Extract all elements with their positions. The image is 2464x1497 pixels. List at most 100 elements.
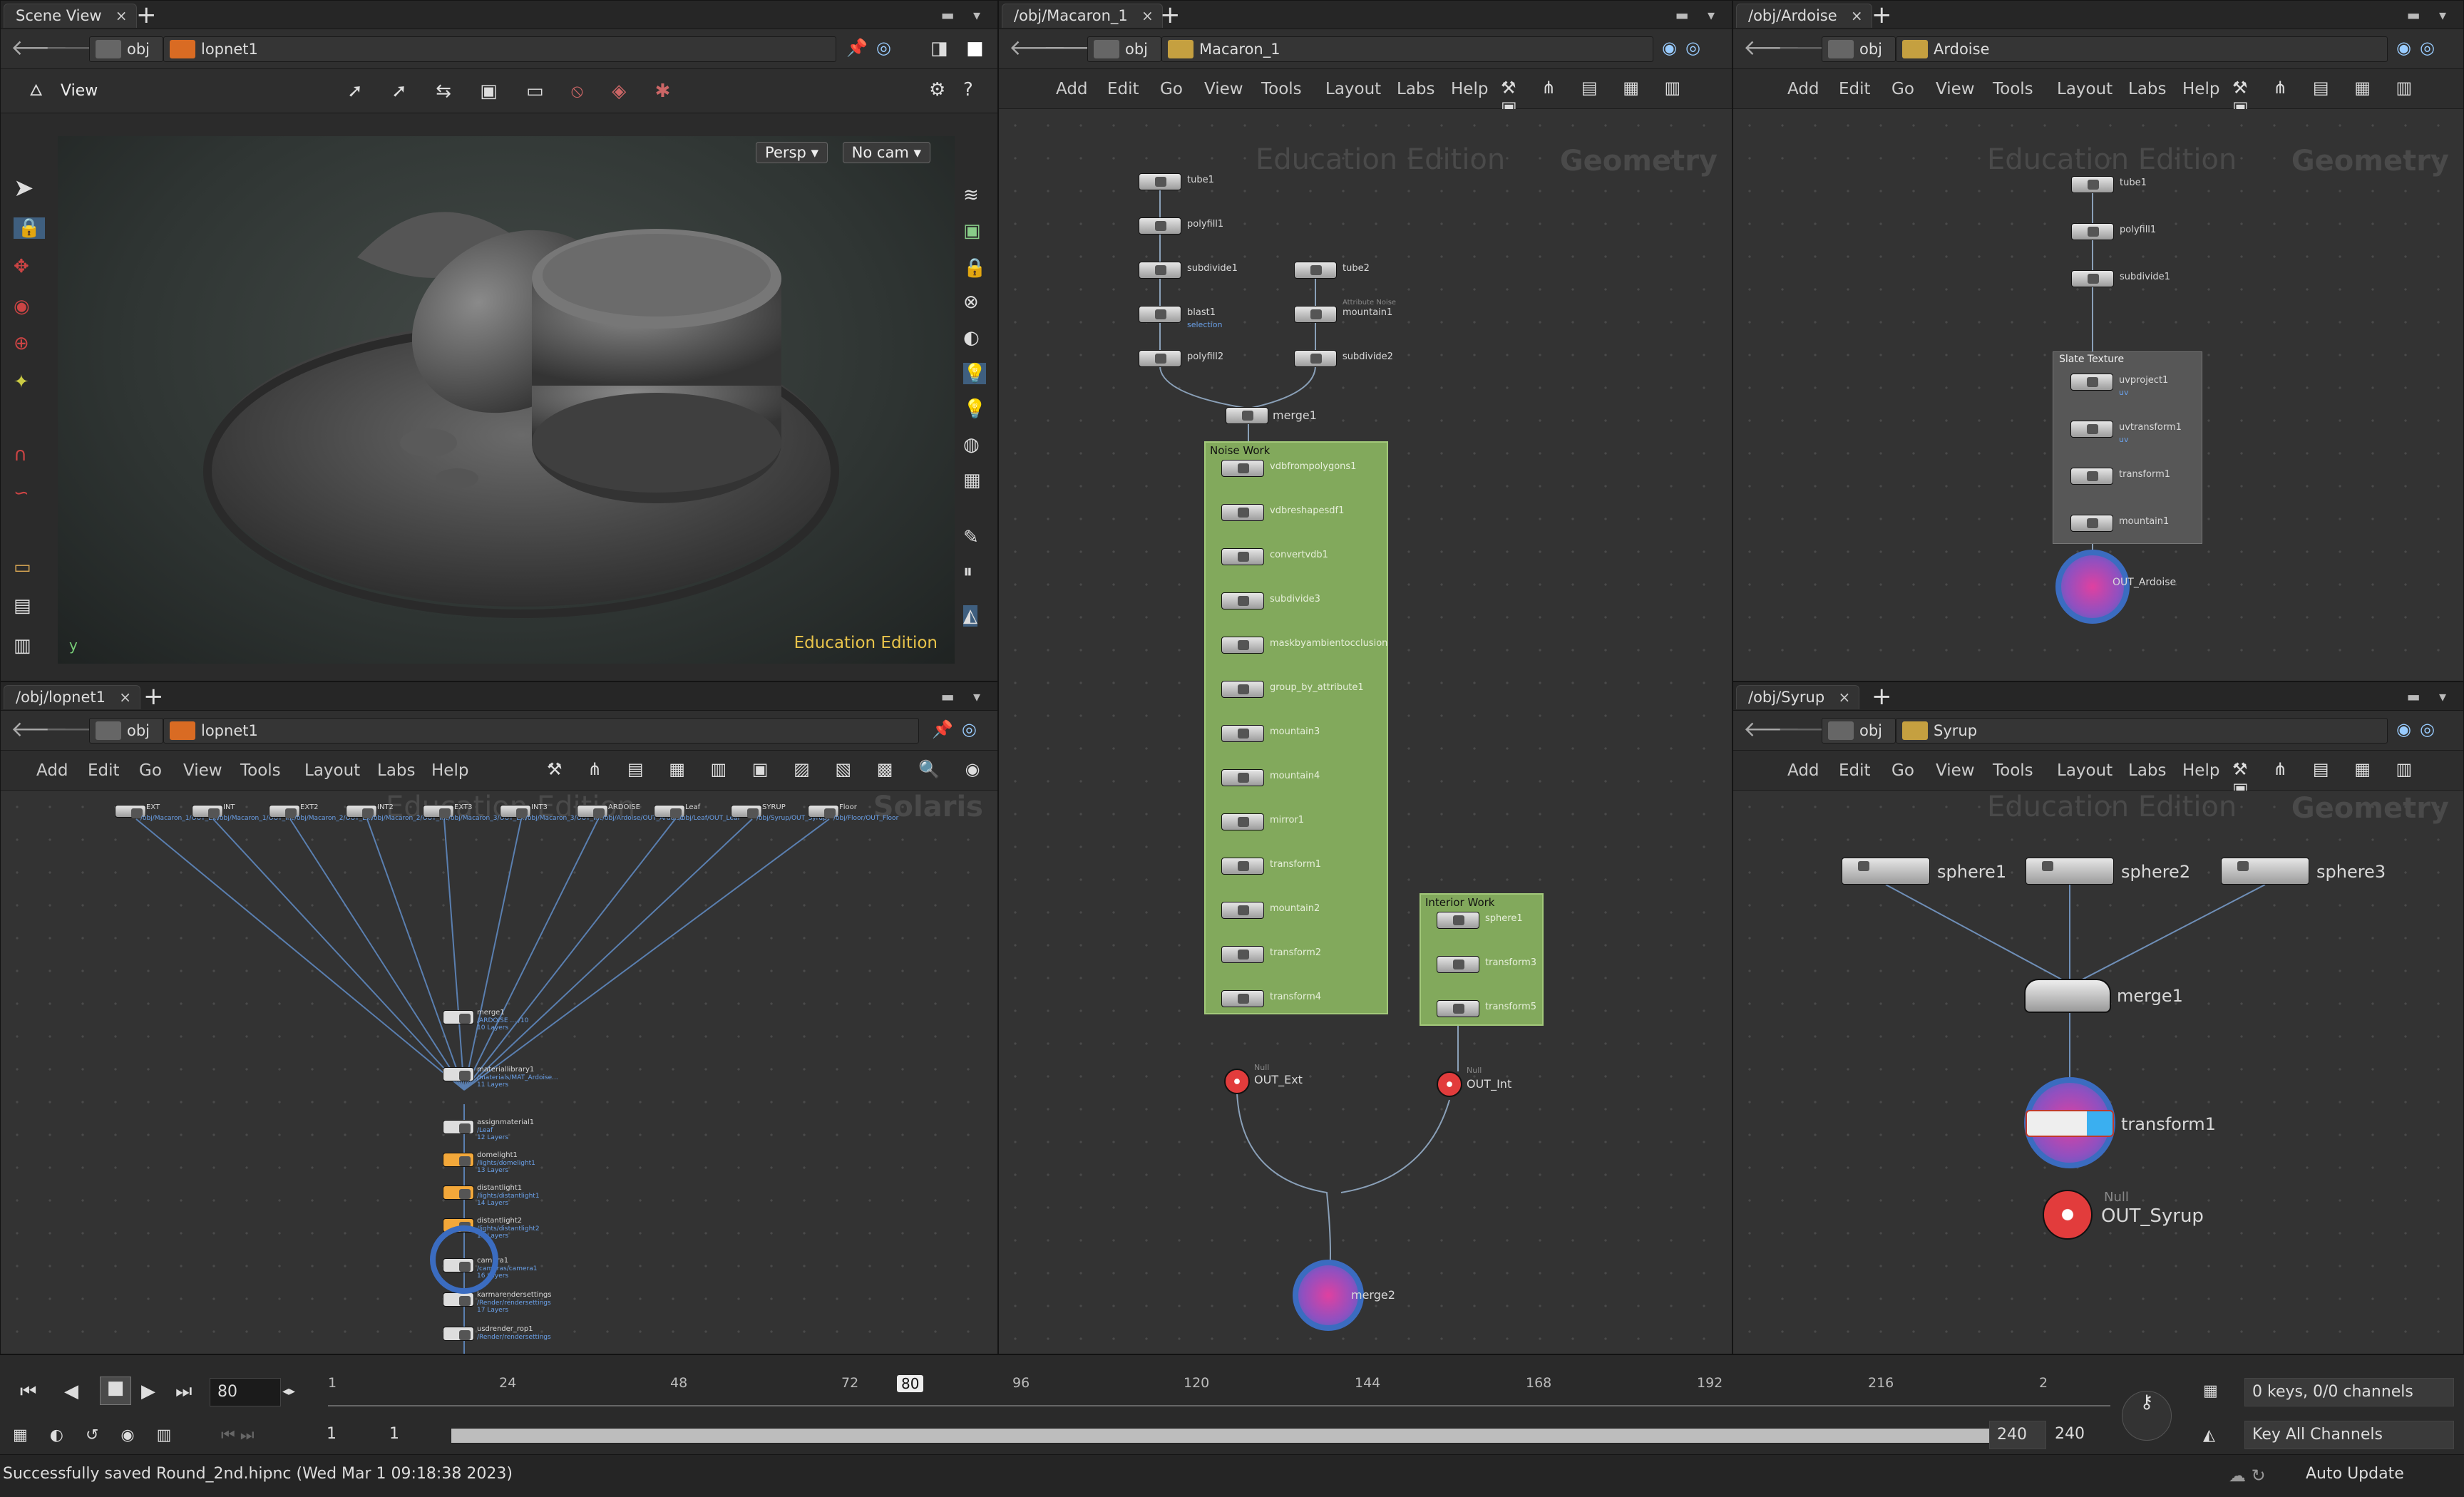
path-crumb-obj[interactable]: obj xyxy=(89,36,163,62)
noise-node[interactable] xyxy=(1221,902,1264,919)
add-tab-button[interactable]: + xyxy=(136,2,157,28)
ghost-icon[interactable]: ▣ xyxy=(963,220,981,242)
menu-edit[interactable]: Edit xyxy=(1107,80,1139,98)
out-ext-node[interactable] xyxy=(1224,1069,1250,1094)
sphere-node[interactable] xyxy=(1842,858,1930,885)
menu-help[interactable]: Help xyxy=(431,761,468,780)
noise-node[interactable] xyxy=(1221,504,1264,521)
tab-obj-macaron[interactable]: /obj/Macaron_1 × xyxy=(1002,4,1163,28)
menu-layout[interactable]: Layout xyxy=(2057,761,2113,780)
close-view-icon[interactable]: ⊗ xyxy=(963,292,979,313)
menu-layout[interactable]: Layout xyxy=(2057,80,2113,98)
sphere-node[interactable] xyxy=(2221,858,2309,885)
path-crumb-ardoise[interactable]: Ardoise xyxy=(1896,36,2388,62)
menu-tools[interactable]: Tools xyxy=(1261,80,1302,98)
select-tool-icon[interactable]: ➤ xyxy=(14,176,34,200)
ardoise-network-canvas[interactable]: Education Edition Geometry tube1 polyfill… xyxy=(1733,109,2463,681)
back-arrow-icon[interactable]: 🡐 xyxy=(11,718,68,744)
start-frame-field[interactable]: 1 xyxy=(319,1421,376,1449)
menu-tools[interactable]: Tools xyxy=(1993,80,2033,98)
noise-node[interactable] xyxy=(1221,858,1264,875)
interior-node[interactable] xyxy=(1437,956,1479,973)
close-icon[interactable]: × xyxy=(1141,4,1154,27)
noise-node[interactable] xyxy=(1221,990,1264,1007)
syrup-network-canvas[interactable]: Education Edition Geometry sphere1 sphere… xyxy=(1733,791,2463,1354)
key-icon[interactable]: ⚷ xyxy=(2122,1391,2172,1441)
step-keys-icon[interactable]: ◂▸ xyxy=(282,1381,295,1402)
noise-work-box[interactable]: Noise Work vdbfrompolygons1 vdbreshapesdf… xyxy=(1204,441,1388,1014)
display-options-icon[interactable]: ≋ xyxy=(963,185,979,206)
menu-labs[interactable]: Labs xyxy=(2128,761,2167,780)
slate-node[interactable] xyxy=(2070,515,2113,532)
noise-node[interactable] xyxy=(1221,548,1264,565)
transform1-node[interactable] xyxy=(2026,1110,2114,1137)
menu-go[interactable]: Go xyxy=(1891,761,1914,780)
lop-network-canvas[interactable]: Education Edition Solaris EXT/obj/Macaro… xyxy=(1,791,997,1354)
add-tab-button[interactable]: + xyxy=(143,684,164,709)
menu-view[interactable]: View xyxy=(1936,80,1975,98)
lop-chain-node[interactable] xyxy=(443,1120,474,1134)
slate-node[interactable] xyxy=(2070,374,2113,391)
range-arrows-icon[interactable]: ⏮ ⏭ xyxy=(221,1425,255,1446)
menu-add[interactable]: Add xyxy=(1787,80,1819,98)
sop-node[interactable] xyxy=(2071,176,2114,193)
back-arrow-icon[interactable]: 🡐 xyxy=(1009,36,1066,62)
network-toolbar-icons[interactable]: ⚒ ⋔ ▤ ▦ ▥ ▣ ▨ ▧ ▩ 🔍 ◉ xyxy=(547,759,990,779)
timeline-track[interactable]: 1 24 48 72 96 120 144 168 192 216 2 80 xyxy=(328,1375,2110,1406)
help-icon[interactable]: ? xyxy=(963,79,973,101)
menu-add[interactable]: Add xyxy=(1056,80,1088,98)
path-crumb-obj[interactable]: obj xyxy=(1822,36,1896,62)
menu-help[interactable]: Help xyxy=(2182,80,2219,98)
menu-add[interactable]: Add xyxy=(1787,761,1819,780)
realtime-icons[interactable]: ▦ ◐ ↺ ◉ ▥ xyxy=(13,1425,180,1446)
path-crumb-lopnet[interactable]: lopnet1 xyxy=(163,718,919,744)
noise-node[interactable] xyxy=(1221,813,1264,830)
viewer-state-icon[interactable]: 🜂 xyxy=(29,81,43,102)
interior-node[interactable] xyxy=(1437,912,1479,929)
menu-go[interactable]: Go xyxy=(1160,80,1183,98)
out-int-node[interactable] xyxy=(1437,1071,1462,1097)
menu-go[interactable]: Go xyxy=(1891,80,1914,98)
macaron-network-canvas[interactable]: Education Edition Geometry tube1 polyfill… xyxy=(999,109,1732,1354)
tab-obj-syrup[interactable]: /obj/Syrup × xyxy=(1736,685,1860,709)
menu-go[interactable]: Go xyxy=(139,761,162,780)
tab-scene-view[interactable]: Scene View × xyxy=(4,4,137,28)
close-icon[interactable]: × xyxy=(119,686,131,709)
end-frame-field[interactable]: 240 xyxy=(1989,1421,2046,1449)
menu-help[interactable]: Help xyxy=(2182,761,2219,780)
pin-icon[interactable]: 📌◎ xyxy=(932,719,985,739)
noise-node[interactable] xyxy=(1221,725,1264,742)
headlight-icon[interactable]: 💡 xyxy=(963,398,986,420)
ruler-icon[interactable]: ▭ xyxy=(14,557,31,578)
snap-icons[interactable]: ⦸ ◈ ✱ xyxy=(571,81,682,102)
interior-node[interactable] xyxy=(1437,1000,1479,1017)
close-icon[interactable]: × xyxy=(115,4,128,27)
snapshot-icon[interactable]: ✎ xyxy=(963,527,979,548)
lock-camera-icon[interactable]: 🔒 xyxy=(963,257,986,279)
sop-node[interactable] xyxy=(1139,306,1181,323)
render-icon[interactable]: ▦ xyxy=(963,470,981,491)
back-arrow-icon[interactable]: 🡐 xyxy=(11,36,68,62)
back-arrow-icon[interactable]: 🡐 xyxy=(1743,718,1800,744)
sphere-node[interactable] xyxy=(2026,858,2114,885)
pane-menu-icon[interactable]: ▬ ▾ xyxy=(1675,6,1722,24)
sop-node[interactable] xyxy=(2071,223,2114,240)
menu-layout[interactable]: Layout xyxy=(1325,80,1381,98)
menu-help[interactable]: Help xyxy=(1451,80,1488,98)
tab-obj-ardoise[interactable]: /obj/Ardoise × xyxy=(1736,4,1872,28)
step-back-icon[interactable]: ◀ xyxy=(64,1381,78,1402)
forward-arrow-icon[interactable]: 🡒 xyxy=(1777,718,1834,744)
menu-add[interactable]: Add xyxy=(36,761,68,780)
paint-icon[interactable]: ▥ xyxy=(14,635,31,657)
gear-icon[interactable]: ⚙ xyxy=(929,79,945,101)
notes-icon[interactable]: ▤ xyxy=(14,595,31,617)
pin-icon[interactable]: ◉◎ xyxy=(2396,719,2443,739)
slate-node[interactable] xyxy=(2070,468,2113,485)
handle-tool-icon[interactable]: ✦ xyxy=(14,371,29,393)
current-frame-marker[interactable]: 80 xyxy=(897,1375,924,1392)
noise-node[interactable] xyxy=(1221,681,1264,698)
lop-chain-node[interactable] xyxy=(443,1292,474,1307)
forward-arrow-icon[interactable]: 🡒 xyxy=(45,36,102,62)
end-frame-field-2[interactable]: 240 xyxy=(2048,1421,2112,1449)
menu-labs[interactable]: Labs xyxy=(2128,80,2167,98)
